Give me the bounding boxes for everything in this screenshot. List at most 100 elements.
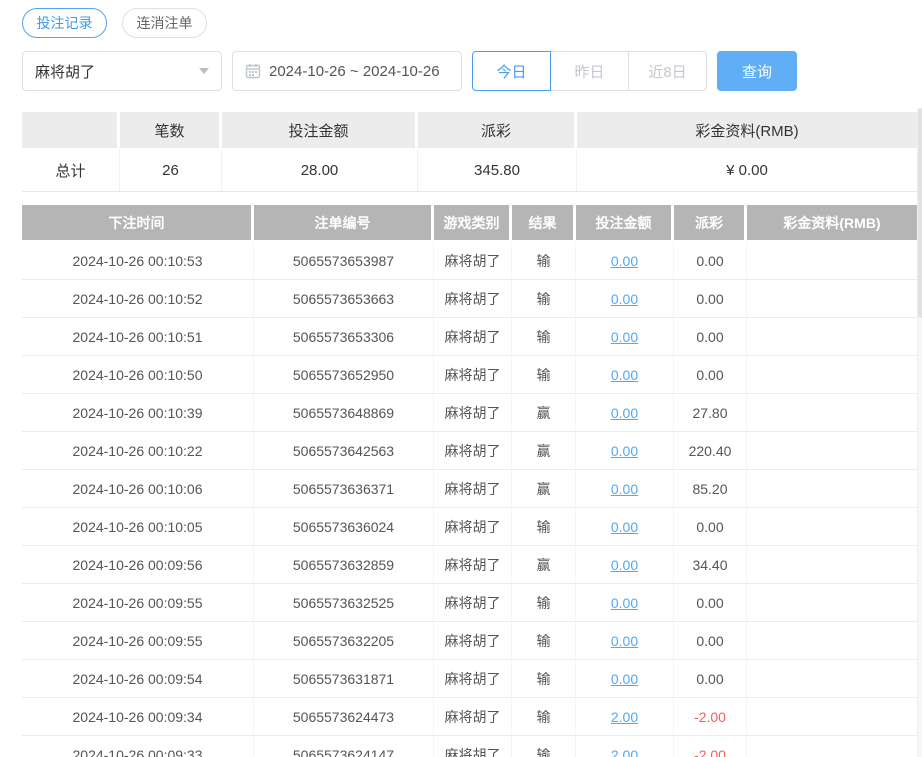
bonus-cell — [747, 356, 917, 394]
game-type-select[interactable]: 麻将胡了 — [22, 51, 222, 91]
date-range-input[interactable]: 2024-10-26 ~ 2024-10-26 — [232, 51, 462, 91]
bet-amount-link[interactable]: 0.00 — [611, 595, 638, 611]
payout-cell: 0.00 — [674, 356, 747, 394]
bet-time-cell: 2024-10-26 00:10:39 — [22, 394, 254, 432]
table-row: 2024-10-26 00:09:55 5065573632525 麻将胡了输 0.0… — [22, 584, 917, 622]
bet-amount-link[interactable]: 0.00 — [611, 557, 638, 573]
bonus-cell — [747, 394, 917, 432]
game-type-cell: 麻将胡了 — [434, 470, 512, 508]
bet-amount-link[interactable]: 0.00 — [611, 481, 638, 497]
bet-amount-link[interactable]: 0.00 — [611, 519, 638, 535]
order-no-cell: 5065573632525 — [254, 584, 434, 622]
order-no-cell: 5065573648869 — [254, 394, 434, 432]
game-type-cell: 麻将胡了 — [434, 356, 512, 394]
bet-amount-cell: 0.00 — [576, 508, 674, 546]
search-button[interactable]: 查询 — [717, 51, 797, 91]
payout-cell: 0.00 — [674, 584, 747, 622]
bet-time-cell: 2024-10-26 00:10:52 — [22, 280, 254, 318]
bet-amount-cell: 0.00 — [576, 622, 674, 660]
payout-cell: 0.00 — [674, 622, 747, 660]
game-type-cell: 麻将胡了 — [434, 394, 512, 432]
bet-amount-link[interactable]: 0.00 — [611, 253, 638, 269]
bet-amount-link[interactable]: 2.00 — [611, 747, 638, 757]
date-range-value: 2024-10-26 ~ 2024-10-26 — [269, 62, 440, 80]
result-cell: 输 — [512, 584, 576, 622]
result-cell: 赢 — [512, 432, 576, 470]
table-row: 2024-10-26 00:10:22 5065573642563 麻将胡了赢 0.0… — [22, 432, 917, 470]
payout-cell: -2.00 — [674, 698, 747, 736]
bet-amount-link[interactable]: 0.00 — [611, 329, 638, 345]
order-no-cell: 5065573624473 — [254, 698, 434, 736]
summary-header-payout: 派彩 — [418, 112, 577, 150]
payout-cell: 27.80 — [674, 394, 747, 432]
bet-records-page: 投注记录 连消注单 麻将胡了 2024-10-26 ~ 2024-10-26 今… — [0, 0, 922, 757]
quick-range-yesterday[interactable]: 昨日 — [550, 51, 629, 91]
result-cell: 赢 — [512, 394, 576, 432]
summary-total-row: 总计 26 28.00 345.80 ¥ 0.00 — [22, 150, 917, 192]
game-type-cell: 麻将胡了 — [434, 698, 512, 736]
bonus-cell — [747, 432, 917, 470]
order-no-cell: 5065573632859 — [254, 546, 434, 584]
tab-cancelled-orders[interactable]: 连消注单 — [122, 8, 207, 38]
bonus-cell — [747, 318, 917, 356]
quick-range-last8days[interactable]: 近8日 — [628, 51, 707, 91]
order-no-cell: 5065573632205 — [254, 622, 434, 660]
bet-amount-cell: 0.00 — [576, 242, 674, 280]
result-cell: 输 — [512, 356, 576, 394]
bet-amount-link[interactable]: 0.00 — [611, 633, 638, 649]
top-tabs: 投注记录 连消注单 — [22, 8, 922, 38]
game-type-cell: 麻将胡了 — [434, 242, 512, 280]
table-row: 2024-10-26 00:10:53 5065573653987 麻将胡了输 0.0… — [22, 242, 917, 280]
filter-bar: 麻将胡了 2024-10-26 ~ 2024-10-26 今日 昨日 近8日 查… — [22, 51, 922, 91]
bet-amount-cell: 0.00 — [576, 546, 674, 584]
bet-time-cell: 2024-10-26 00:09:56 — [22, 546, 254, 584]
payout-cell: 220.40 — [674, 432, 747, 470]
bet-amount-cell: 0.00 — [576, 394, 674, 432]
bet-amount-cell: 2.00 — [576, 736, 674, 757]
scrollbar-thumb[interactable] — [918, 108, 922, 318]
bet-time-cell: 2024-10-26 00:10:53 — [22, 242, 254, 280]
bet-amount-link[interactable]: 2.00 — [611, 709, 638, 725]
order-no-cell: 5065573636024 — [254, 508, 434, 546]
bet-amount-link[interactable]: 0.00 — [611, 291, 638, 307]
summary-total-payout: 345.80 — [418, 150, 577, 192]
vertical-scrollbar[interactable] — [917, 108, 922, 757]
table-row: 2024-10-26 00:09:34 5065573624473 麻将胡了输 2.0… — [22, 698, 917, 736]
payout-cell: 0.00 — [674, 660, 747, 698]
game-type-cell: 麻将胡了 — [434, 508, 512, 546]
tab-bet-records[interactable]: 投注记录 — [22, 8, 107, 38]
header-payout: 派彩 — [674, 205, 747, 242]
payout-cell: 0.00 — [674, 508, 747, 546]
bet-amount-link[interactable]: 0.00 — [611, 671, 638, 687]
table-row: 2024-10-26 00:10:51 5065573653306 麻将胡了输 0.0… — [22, 318, 917, 356]
game-type-cell: 麻将胡了 — [434, 584, 512, 622]
table-row: 2024-10-26 00:10:06 5065573636371 麻将胡了赢 0.0… — [22, 470, 917, 508]
bet-time-cell: 2024-10-26 00:09:55 — [22, 622, 254, 660]
bet-amount-link[interactable]: 0.00 — [611, 443, 638, 459]
table-row: 2024-10-26 00:10:39 5065573648869 麻将胡了赢 0.0… — [22, 394, 917, 432]
chevron-down-icon — [199, 68, 209, 74]
table-row: 2024-10-26 00:09:54 5065573631871 麻将胡了输 0.0… — [22, 660, 917, 698]
bonus-cell — [747, 280, 917, 318]
bet-time-cell: 2024-10-26 00:09:54 — [22, 660, 254, 698]
order-no-cell: 5065573631871 — [254, 660, 434, 698]
bonus-cell — [747, 546, 917, 584]
summary-header-empty — [22, 112, 120, 150]
bet-amount-cell: 0.00 — [576, 280, 674, 318]
quick-range-group: 今日 昨日 近8日 — [472, 51, 707, 91]
header-bet-time: 下注时间 — [22, 205, 254, 242]
bet-time-cell: 2024-10-26 00:10:06 — [22, 470, 254, 508]
header-result: 结果 — [512, 205, 576, 242]
bet-records-table: 下注时间 注单编号 游戏类别 结果 投注金额 派彩 彩金资料(RMB) 2024… — [22, 205, 917, 757]
bonus-cell — [747, 508, 917, 546]
table-row: 2024-10-26 00:09:55 5065573632205 麻将胡了输 0.0… — [22, 622, 917, 660]
bet-amount-cell: 0.00 — [576, 470, 674, 508]
bet-amount-link[interactable]: 0.00 — [611, 405, 638, 421]
bet-time-cell: 2024-10-26 00:10:51 — [22, 318, 254, 356]
summary-total-count: 26 — [120, 150, 222, 192]
bet-amount-cell: 0.00 — [576, 318, 674, 356]
quick-range-today[interactable]: 今日 — [472, 51, 551, 91]
bet-time-cell: 2024-10-26 00:09:34 — [22, 698, 254, 736]
payout-cell: 85.20 — [674, 470, 747, 508]
bet-amount-link[interactable]: 0.00 — [611, 367, 638, 383]
